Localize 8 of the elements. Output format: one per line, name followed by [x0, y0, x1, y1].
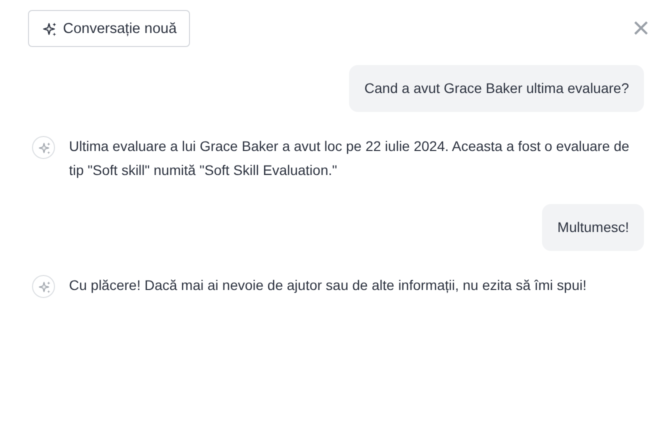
user-message: Cand a avut Grace Baker ultima evaluare? — [349, 65, 644, 112]
sparkle-icon — [41, 20, 57, 36]
assistant-message: Cu plăcere! Dacă mai ai nevoie de ajutor sau de alte informații, nu ezita să îmi spui! — [69, 276, 586, 295]
assistant-avatar-icon — [32, 275, 55, 298]
user-message: Multumesc! — [542, 204, 644, 251]
assistant-message: Ultima evaluare a lui Grace Baker a avut loc pe 22 iulie 2024. Aceasta a fost o evaluare de tip "Soft skill" numită "Soft Skill Evaluation." — [69, 137, 630, 180]
new-conversation-button[interactable]: Conversație nouă — [28, 10, 190, 47]
assistant-avatar-icon — [32, 136, 55, 159]
